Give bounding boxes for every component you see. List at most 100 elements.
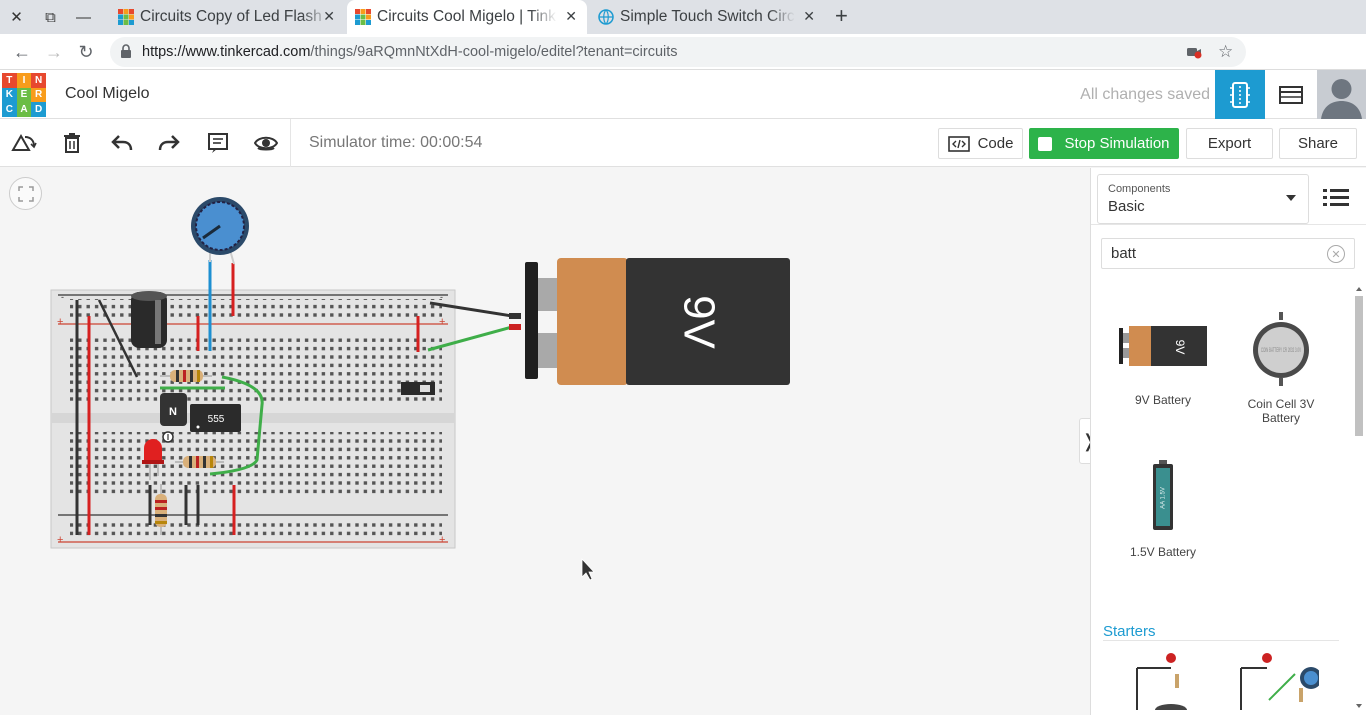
browser-tab-2[interactable]: Circuits Cool Migelo | Tink ✕ (347, 0, 587, 34)
thumb-battery-label: 9V (1173, 340, 1187, 355)
delete-button[interactable] (58, 129, 86, 157)
undo-icon (111, 135, 133, 151)
rotate-button[interactable] (10, 129, 38, 157)
circuit-drawing: - + - + + + N 555 9V (50, 197, 790, 581)
component-name: 1.5V Battery (1129, 545, 1197, 559)
tab-close-icon[interactable]: ✕ (565, 8, 577, 25)
browser-tab-strip: ✕ ⧉ — Circuits Copy of Led Flash ✕ Circu… (0, 0, 1366, 34)
camera-blocked-icon[interactable] (1186, 45, 1202, 59)
ic-label: 555 (208, 414, 225, 425)
slide-switch[interactable] (401, 382, 435, 395)
logo-letter: D (31, 102, 46, 117)
breadboard[interactable]: - + - + + + (50, 289, 456, 549)
panel-divider (1091, 224, 1366, 225)
stop-simulation-button[interactable]: Stop Simulation (1029, 128, 1179, 159)
search-input[interactable] (1111, 245, 1311, 262)
address-bar[interactable]: https://www.tinkercad.com/things/9aRQmnN… (110, 37, 1246, 67)
eye-icon (254, 136, 278, 151)
visibility-button[interactable] (252, 129, 280, 157)
export-button[interactable]: Export (1186, 128, 1273, 159)
component-aa-battery[interactable]: AA 1.5V 1.5V Battery (1113, 460, 1213, 559)
list-view-icon[interactable] (1323, 186, 1349, 208)
project-name[interactable]: Cool Migelo (65, 85, 149, 103)
panel-scrollbar[interactable] (1353, 286, 1365, 711)
window-restore-icon[interactable]: ⧉ (34, 0, 67, 34)
potentiometer[interactable] (191, 197, 249, 265)
logo-letter: E (16, 87, 32, 103)
svg-text:-: - (61, 292, 64, 302)
trash-icon (64, 133, 80, 153)
logo-letter: N (31, 73, 46, 88)
circuit-canvas[interactable]: - + - + + + N 555 9V (0, 168, 1090, 715)
9v-battery-thumbnail: 9V (1119, 326, 1207, 366)
browser-tab-1[interactable]: Circuits Copy of Led Flash ✕ (110, 0, 345, 34)
tinkercad-favicon-icon (355, 9, 371, 25)
component-9v-battery[interactable]: 9V 9V Battery (1113, 320, 1213, 407)
bookmark-star-icon[interactable]: ☆ (1218, 42, 1233, 62)
starters-divider (1103, 640, 1339, 641)
redo-button[interactable] (155, 129, 183, 157)
svg-text:+: + (439, 316, 445, 328)
battery-9v[interactable]: 9V (509, 258, 790, 385)
tab-close-icon[interactable]: ✕ (323, 8, 335, 25)
component-coin-cell-battery[interactable]: COIN BATTERY CR 2032 3.0V Coin Cell 3V B… (1231, 310, 1331, 425)
svg-text:+: + (57, 316, 63, 328)
simulator-time: Simulator time: 00:00:54 (309, 134, 483, 151)
window-minimize-icon[interactable]: — (67, 0, 100, 34)
logo-letter: T (2, 73, 17, 88)
table-list-icon (1279, 85, 1303, 104)
breadboard-icon (1230, 81, 1250, 108)
reload-icon[interactable]: ↻ (74, 40, 98, 64)
starter-thumbnail[interactable] (1131, 650, 1201, 710)
toolbar-divider (290, 119, 291, 167)
clear-search-icon[interactable]: ✕ (1327, 245, 1345, 263)
dropdown-caption: Components (1108, 183, 1171, 195)
logo-letter: A (16, 102, 32, 117)
url-host: https://www.tinkercad.com (142, 44, 311, 60)
notes-button[interactable] (204, 129, 232, 157)
battery-label: 9V (674, 295, 723, 349)
new-tab-icon[interactable]: + (835, 3, 848, 29)
undo-button[interactable] (108, 129, 136, 157)
circuit-view-button[interactable] (1215, 70, 1265, 119)
tab-close-icon[interactable]: ✕ (803, 8, 815, 25)
components-dropdown[interactable]: Components Basic (1097, 174, 1309, 224)
url-text: https://www.tinkercad.com/things/9aRQmnN… (142, 44, 678, 60)
app-header: T I N K E R C A D Cool Migelo All change… (0, 70, 1366, 119)
tab-title: Circuits Cool Migelo | Tink (377, 8, 556, 25)
browser-tab-3[interactable]: Simple Touch Switch Circ ✕ (590, 0, 825, 34)
stop-simulation-label: Stop Simulation (1064, 135, 1170, 152)
tinkercad-logo[interactable]: T I N K E R C A D (2, 73, 46, 117)
url-path: /things/9aRQmnNtXdH-cool-migelo/editel?t… (310, 44, 678, 60)
starters-heading[interactable]: Starters (1103, 623, 1156, 640)
user-avatar[interactable] (1317, 70, 1366, 119)
schematic-view-button[interactable] (1266, 70, 1316, 119)
logo-letter: C (2, 102, 17, 117)
note-icon (208, 133, 228, 153)
window-close-icon[interactable]: ✕ (0, 0, 33, 34)
coin-cell-thumbnail: COIN BATTERY CR 2032 3.0V (1253, 312, 1309, 386)
component-search[interactable]: ✕ (1101, 238, 1355, 269)
aa-battery-text: AA 1.5V (1161, 487, 1167, 509)
code-button[interactable]: Code (938, 128, 1023, 159)
code-label: Code (977, 135, 1014, 152)
dropdown-value: Basic (1108, 198, 1145, 215)
globe-favicon-icon (598, 9, 614, 25)
share-button[interactable]: Share (1279, 128, 1357, 159)
forward-arrow-icon[interactable]: → (42, 40, 66, 64)
component-name: Coin Cell 3V Battery (1247, 397, 1315, 425)
svg-text:-: - (440, 292, 443, 302)
back-arrow-icon[interactable]: ← (10, 40, 34, 64)
tab-title: Simple Touch Switch Circ (620, 8, 795, 25)
components-panel: Components Basic ✕ 9V 9V Battery COIN BA… (1090, 168, 1366, 715)
capacitor[interactable] (131, 291, 167, 348)
save-status: All changes saved (1080, 86, 1210, 103)
tab-title: Circuits Copy of Led Flash (140, 8, 322, 25)
starter-thumbnail[interactable] (1239, 650, 1319, 710)
svg-text:+: + (57, 534, 63, 546)
logo-letter: R (31, 87, 46, 103)
component-name: 9V Battery (1134, 393, 1192, 407)
ic-555[interactable]: 555 (190, 404, 241, 432)
mouse-cursor-icon (581, 557, 595, 581)
tinkercad-favicon-icon (118, 9, 134, 25)
